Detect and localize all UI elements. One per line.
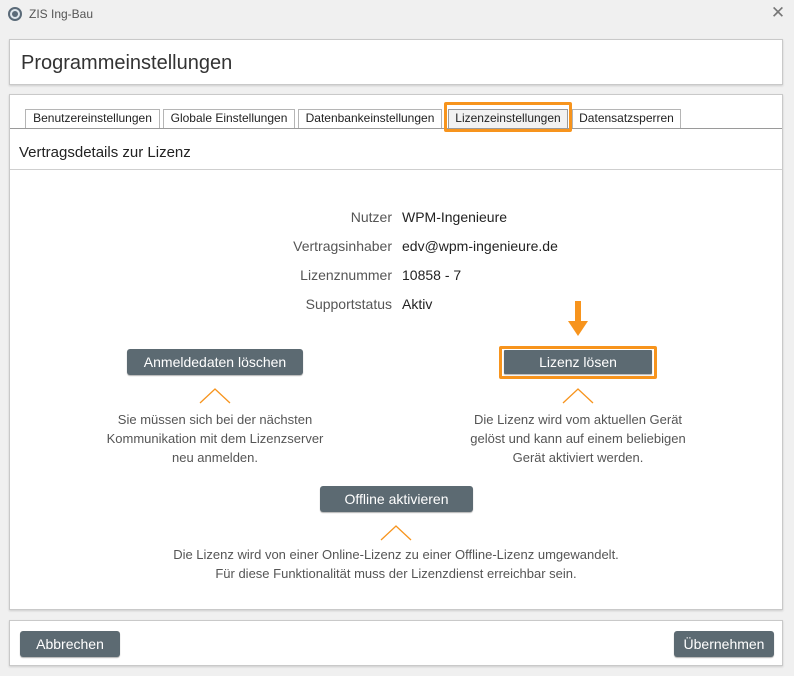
detail-label-lizenznummer: Lizenznummer <box>300 267 392 283</box>
detail-label-supportstatus: Supportstatus <box>305 296 392 312</box>
release-license-button[interactable]: Lizenz lösen <box>504 350 652 374</box>
tab-benutzereinstellungen[interactable]: Benutzereinstellungen <box>25 109 160 128</box>
chevron-up-icon <box>199 388 231 404</box>
close-icon[interactable]: ✕ <box>770 4 786 22</box>
chevron-up-icon <box>562 388 594 404</box>
release-license-note-line: Die Lizenz wird vom aktuellen Gerät <box>473 412 683 427</box>
detail-value-supportstatus: Aktiv <box>402 296 433 312</box>
detail-value-vertragsinhaber: edv@wpm-ingenieure.de <box>402 238 558 254</box>
clear-login-note-line: Sie müssen sich bei der nächsten <box>117 412 313 427</box>
release-license-note-line: gelöst und kann auf einem beliebigen <box>470 431 686 446</box>
header-panel: Programmeinstellungen <box>9 39 783 85</box>
cancel-button[interactable]: Abbrechen <box>20 631 120 657</box>
section-title: Vertragsdetails zur Lizenz <box>19 144 191 161</box>
offline-activate-button[interactable]: Offline aktivieren <box>320 486 473 512</box>
detail-value-lizenznummer: 10858 - 7 <box>402 267 462 283</box>
page-title: Programmeinstellungen <box>21 52 233 74</box>
tab-datensatzsperren[interactable]: Datensatzsperren <box>572 109 681 128</box>
release-license-note: Die Lizenz wird vom aktuellen Gerät gelö… <box>428 410 728 467</box>
tab-bar: Benutzereinstellungen Globale Einstellun… <box>10 95 782 132</box>
arrow-down-icon <box>568 301 588 336</box>
tab-globale-einstellungen[interactable]: Globale Einstellungen <box>163 109 295 128</box>
title-bar: ZIS Ing-Bau ✕ <box>0 0 794 28</box>
release-license-note-line: Gerät aktiviert werden. <box>512 450 644 465</box>
divider <box>10 169 782 170</box>
offline-activate-note: Die Lizenz wird von einer Online-Lizenz … <box>96 545 696 583</box>
app-logo-icon <box>8 7 22 21</box>
clear-login-note-line: Kommunikation mit dem Lizenzserver <box>106 431 324 446</box>
tab-datenbankeinstellungen[interactable]: Datenbankeinstellungen <box>298 109 442 128</box>
apply-button[interactable]: Übernehmen <box>674 631 774 657</box>
tab-highlight-frame <box>444 102 572 132</box>
clear-login-note: Sie müssen sich bei der nächsten Kommuni… <box>65 410 365 467</box>
offline-activate-note-line: Für diese Funktionalität muss der Lizenz… <box>215 566 577 581</box>
chevron-up-icon <box>380 525 412 541</box>
settings-panel: Benutzereinstellungen Globale Einstellun… <box>9 94 783 610</box>
detail-label-nutzer: Nutzer <box>350 209 392 225</box>
detail-value-nutzer: WPM-Ingenieure <box>402 209 508 225</box>
footer-panel: Abbrechen Übernehmen <box>9 620 783 666</box>
window-title: ZIS Ing-Bau <box>29 7 94 21</box>
detail-label-vertragsinhaber: Vertragsinhaber <box>293 238 392 254</box>
offline-activate-note-line: Die Lizenz wird von einer Online-Lizenz … <box>173 547 619 562</box>
clear-login-note-line: neu anmelden. <box>171 450 258 465</box>
clear-login-button[interactable]: Anmeldedaten löschen <box>127 349 303 375</box>
